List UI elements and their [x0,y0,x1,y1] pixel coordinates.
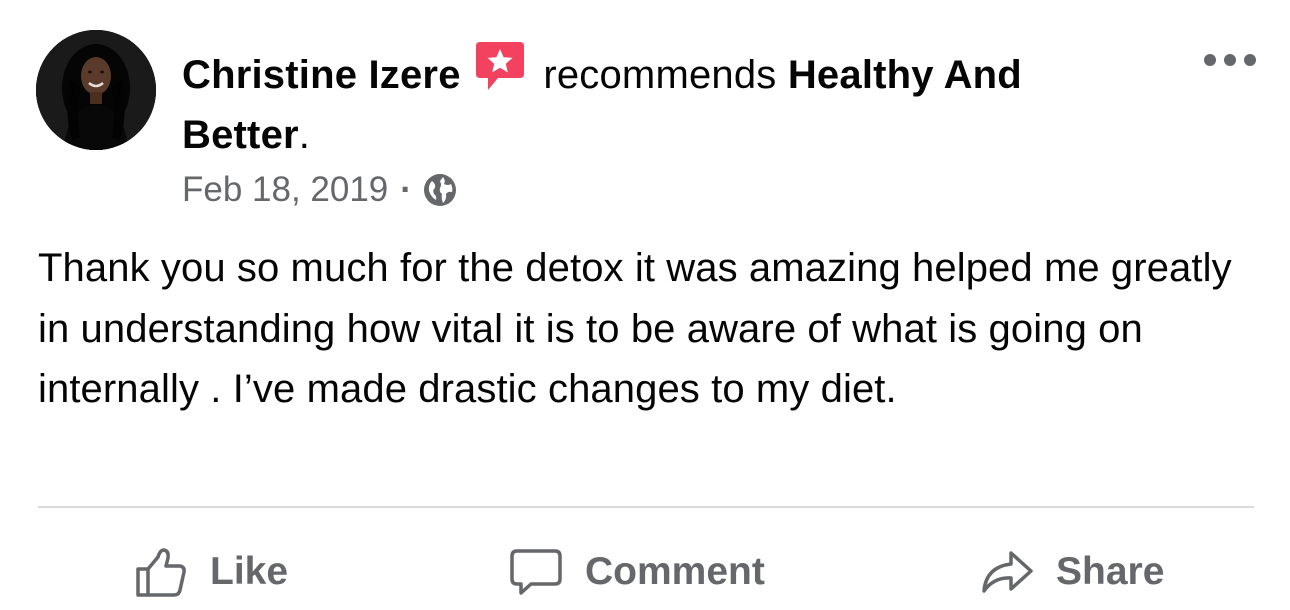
globe-icon [423,174,456,206]
like-button[interactable]: Like [134,540,288,604]
like-label: Like [210,550,289,593]
more-options-button[interactable] [1204,48,1256,72]
post-text: Thank you so much for the detox it was a… [38,246,1232,411]
more-dot-icon [1204,54,1216,66]
thumbs-up-icon [136,548,186,597]
avatar-photo [36,30,156,150]
post-card: Christine Izere recommends Healthy And B… [0,0,1290,610]
post-date[interactable]: Feb 18, 2019 [182,170,388,210]
comment-button[interactable]: Comment [509,540,765,604]
post-actions-bar: Like Comment Share [0,540,1290,604]
comment-bubble-icon [510,549,562,595]
meta-separator: · [400,170,412,209]
post-header: Christine Izere recommends Healthy And B… [182,40,1142,165]
more-dot-icon [1224,54,1236,66]
share-label: Share [1056,550,1165,593]
recommend-star-badge-icon [475,42,524,90]
avatar[interactable] [36,30,156,150]
recommends-text: recommends [543,53,777,97]
share-arrow-icon [982,551,1033,593]
post-meta: Feb 18, 2019 · [182,165,458,215]
more-dot-icon [1244,54,1256,66]
share-button[interactable]: Share [980,540,1164,604]
author-name[interactable]: Christine Izere [182,53,461,97]
comment-label: Comment [585,550,765,593]
header-period: . [298,113,311,157]
actions-divider [38,506,1254,508]
